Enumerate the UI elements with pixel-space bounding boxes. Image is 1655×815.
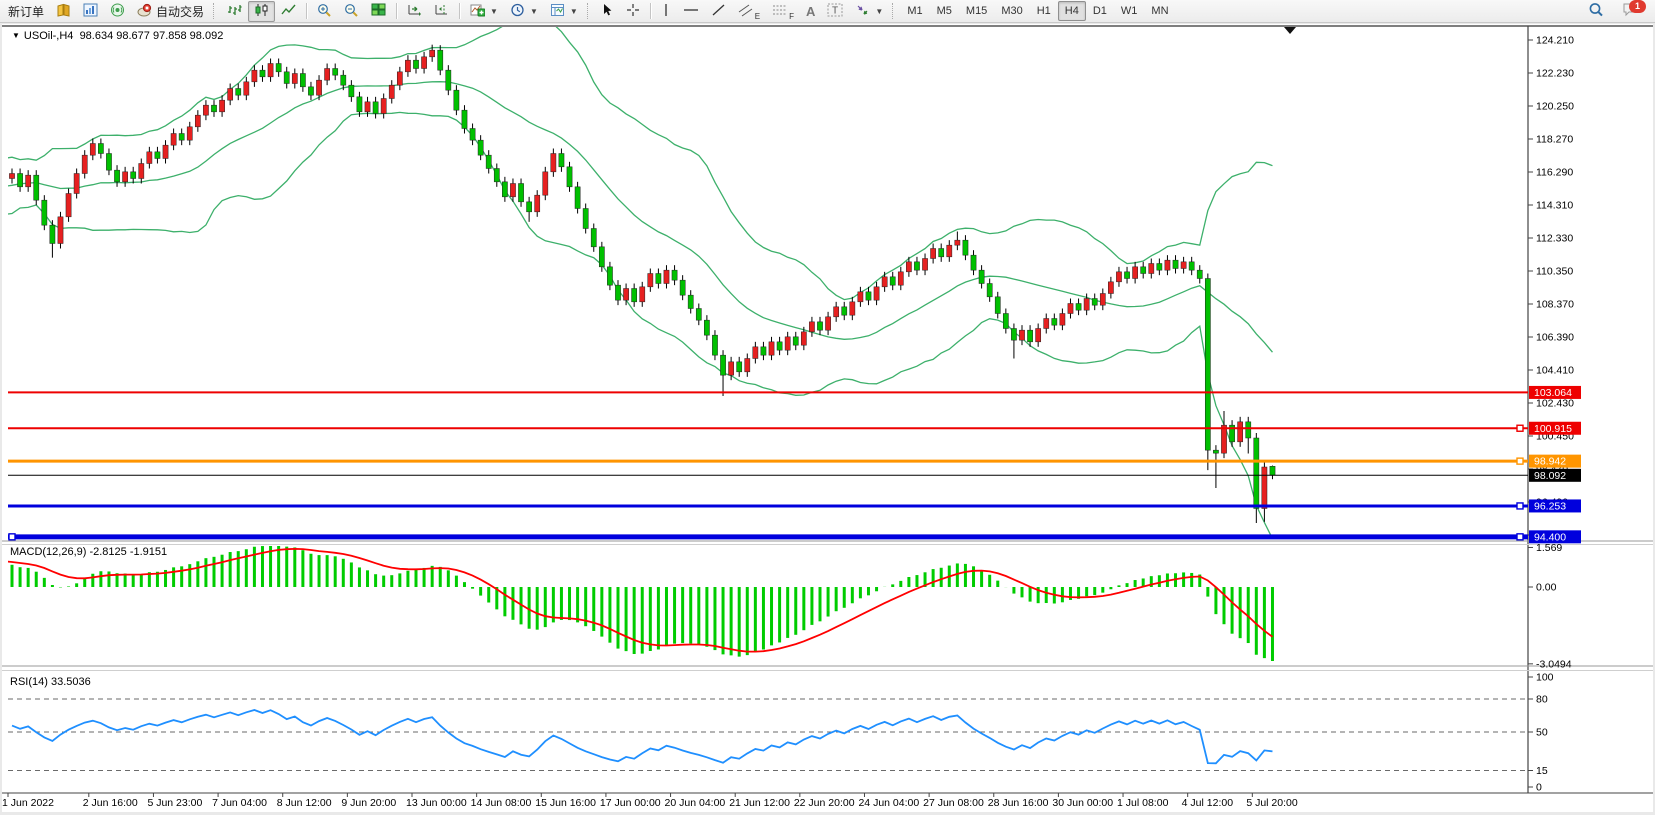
time-axis-label: 17 Jun 00:00 (600, 797, 661, 809)
hline-price-label: 96.253 (1534, 500, 1566, 512)
symbol-name: USOil-,H4 (24, 30, 74, 42)
time-axis-label: 4 Jul 12:00 (1182, 797, 1234, 809)
price-axis-tick: 124.210 (1536, 35, 1574, 47)
price-axis-tick: 118.270 (1536, 134, 1573, 146)
time-axis-label: 5 Jul 20:00 (1246, 797, 1298, 809)
time-axis-label: 2 Jun 16:00 (83, 797, 138, 809)
symbol-dropdown-icon[interactable]: ▼ (12, 31, 20, 40)
time-axis-label: 14 Jun 08:00 (471, 797, 532, 809)
macd-indicator-label: MACD(12,26,9) -2.8125 -1.9151 (10, 546, 167, 558)
rsi-axis-tick: 15 (1536, 765, 1548, 777)
time-axis-label: 9 Jun 20:00 (341, 797, 396, 809)
macd-axis-tick: 1.569 (1536, 542, 1562, 554)
hline-price-label: 98.942 (1534, 456, 1566, 468)
price-axis-tick: 106.390 (1536, 332, 1574, 344)
price-axis-tick: 120.250 (1536, 101, 1574, 113)
time-axis-label: 27 Jun 08:00 (923, 797, 984, 809)
rsi-axis-tick: 50 (1536, 727, 1548, 739)
macd-axis-tick: -3.0494 (1536, 658, 1572, 670)
macd-axis-tick: 0.00 (1536, 582, 1557, 594)
time-axis-label: 1 Jul 08:00 (1117, 797, 1169, 809)
hline-price-label: 103.064 (1534, 387, 1572, 399)
chart-title: ▼ USOil-,H4 98.634 98.677 97.858 98.092 (12, 30, 223, 42)
rsi-axis-tick: 0 (1536, 782, 1542, 794)
time-axis-label: 5 Jun 23:00 (147, 797, 202, 809)
time-axis-label: 7 Jun 04:00 (212, 797, 267, 809)
time-axis-label: 1 Jun 2022 (2, 797, 54, 809)
time-axis-label: 30 Jun 00:00 (1052, 797, 1113, 809)
time-axis-label: 20 Jun 04:00 (665, 797, 726, 809)
price-axis-tick: 104.410 (1536, 365, 1574, 377)
current-price-label: 98.092 (1534, 470, 1566, 482)
price-axis-tick: 122.230 (1536, 68, 1574, 80)
time-axis-label: 8 Jun 12:00 (277, 797, 332, 809)
price-axis-tick: 102.430 (1536, 398, 1574, 410)
time-axis-label: 21 Jun 12:00 (729, 797, 790, 809)
price-axis-tick: 116.290 (1536, 167, 1573, 179)
time-axis-label: 13 Jun 00:00 (406, 797, 467, 809)
chart-canvas[interactable]: 124.210 122.230 120.250 118.270 116.290 114.3… (0, 0, 1655, 815)
time-axis-label: 28 Jun 16:00 (988, 797, 1049, 809)
hline-price-label: 100.915 (1534, 423, 1572, 435)
symbol-ohlc-values: 98.634 98.677 97.858 98.092 (80, 30, 224, 42)
rsi-axis-tick: 100 (1536, 672, 1554, 684)
time-axis-label: 24 Jun 04:00 (858, 797, 919, 809)
rsi-indicator-label: RSI(14) 33.5036 (10, 676, 91, 688)
price-axis-tick: 112.330 (1536, 233, 1573, 245)
price-axis-tick: 108.370 (1536, 299, 1574, 311)
rsi-axis-tick: 80 (1536, 694, 1548, 706)
price-axis-tick: 110.350 (1536, 266, 1573, 278)
price-axis-tick: 114.310 (1536, 200, 1573, 212)
time-axis-label: 15 Jun 16:00 (535, 797, 596, 809)
time-axis-label: 22 Jun 20:00 (794, 797, 855, 809)
